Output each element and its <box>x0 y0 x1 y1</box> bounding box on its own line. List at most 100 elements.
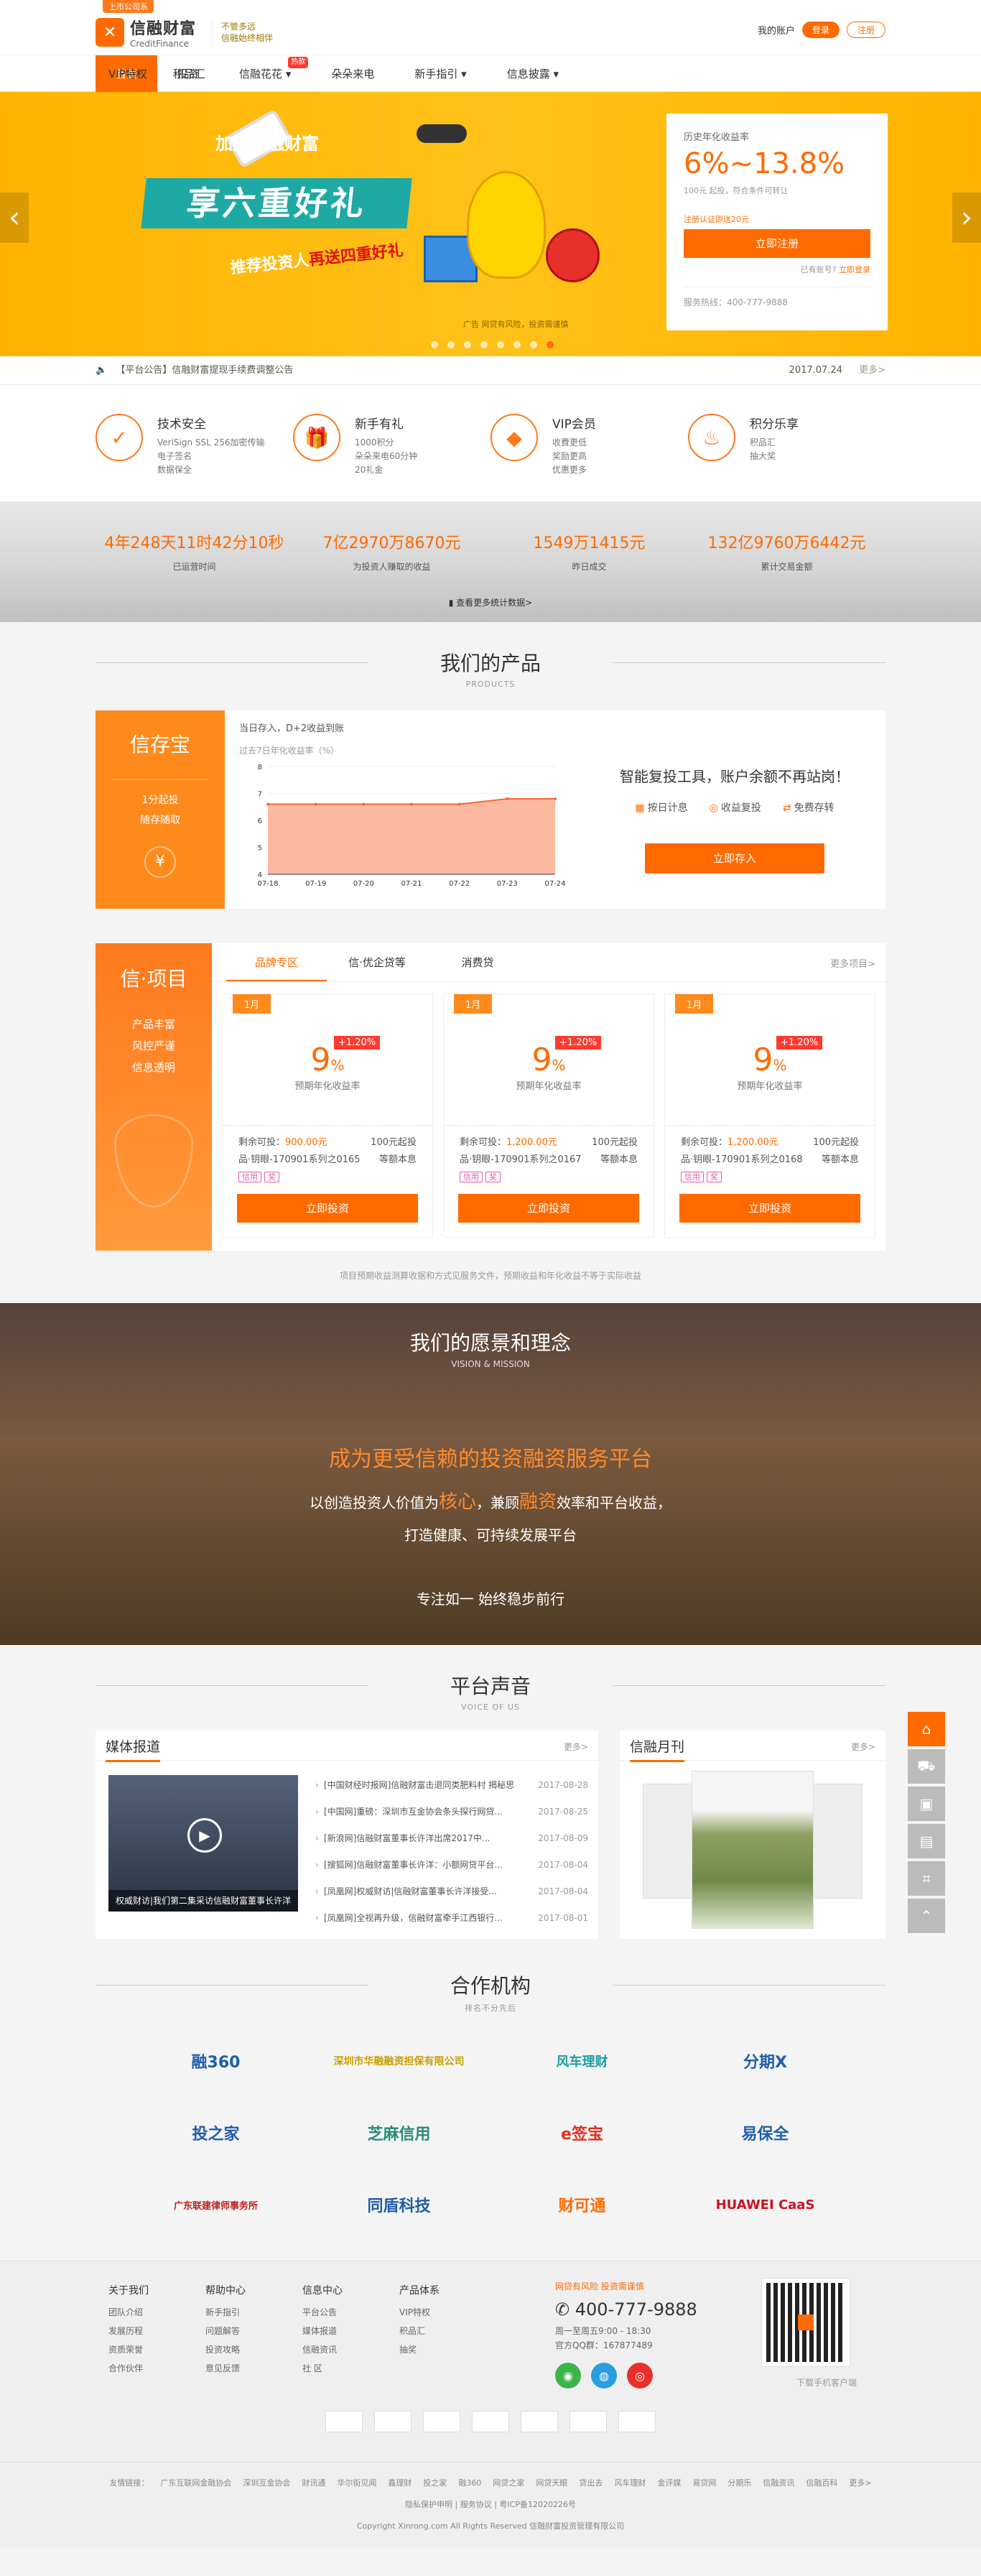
tab-brand-zone[interactable]: 品牌专区 <box>226 943 327 981</box>
friend-link[interactable]: 风车理财 <box>614 2478 646 2488</box>
register-now-button[interactable]: 立即注册 <box>684 229 870 258</box>
footer-link[interactable]: 信融资讯 <box>302 2340 371 2359</box>
more-projects-link[interactable]: 更多项目> <box>830 956 875 970</box>
feature-newbie[interactable]: 🎁 新手有礼 1000积分 朵朵来电60分钟 20礼金 <box>293 385 490 501</box>
footer-link[interactable]: 问题解答 <box>205 2322 274 2340</box>
friend-link[interactable]: 易贷网 <box>692 2478 716 2488</box>
cart-icon[interactable]: ⛟ <box>908 1749 945 1784</box>
banner-prev-arrow[interactable]: ‹ <box>0 193 29 243</box>
news-item[interactable]: [凤凰网]全视再升级，信融财富牵手江西银行...2017-08-01 <box>315 1905 588 1932</box>
login-now-link[interactable]: 立即登录 <box>839 265 870 274</box>
login-button[interactable]: 登录 <box>801 22 840 38</box>
partner-logo[interactable]: HUAWEI CaaS <box>674 2189 857 2220</box>
project-card[interactable]: 1月 9% +1.20% 预期年化收益率 剩余可投：1,200.00元 100元起投… <box>664 993 875 1238</box>
friend-link[interactable]: 网贷天眼 <box>536 2478 567 2488</box>
media-more-link[interactable]: 更多> <box>564 1741 588 1753</box>
partner-logo[interactable]: 风车理财 <box>490 2045 674 2077</box>
footer-link[interactable]: 资质荣誉 <box>108 2340 177 2359</box>
home-icon[interactable]: ⌂ <box>908 1712 945 1746</box>
footer-link[interactable]: 抽奖 <box>399 2340 468 2359</box>
gift-icon[interactable]: ▣ <box>908 1787 945 1821</box>
partner-logo[interactable]: 融360 <box>124 2045 307 2077</box>
partner-logo[interactable]: 深圳市华融融资担保有限公司 <box>307 2045 490 2077</box>
friend-link[interactable]: 分期乐 <box>727 2478 751 2488</box>
footer-link[interactable]: 投资攻略 <box>205 2340 274 2359</box>
friend-link[interactable]: 深圳互金协会 <box>243 2478 290 2488</box>
register-button[interactable]: 注册 <box>846 22 885 38</box>
monthly-more-link[interactable]: 更多> <box>851 1741 875 1753</box>
nav-points-mall[interactable]: 积品汇 <box>160 55 218 93</box>
friend-link[interactable]: 网贷之家 <box>493 2478 524 2488</box>
logo-icon: ✕ <box>96 18 124 47</box>
footer-link[interactable]: 合作伙伴 <box>108 2359 177 2378</box>
partner-logo[interactable]: 同盾科技 <box>307 2189 490 2220</box>
footer-link[interactable]: 媒体报道 <box>302 2322 371 2340</box>
footer-link[interactable]: 积品汇 <box>399 2322 468 2340</box>
partner-logo[interactable]: 芝麻信用 <box>307 2117 490 2149</box>
my-account-link[interactable]: 我的账户 <box>758 23 795 37</box>
friend-link[interactable]: 信融资讯 <box>763 2478 794 2488</box>
scan-icon[interactable]: ⌗ <box>908 1861 945 1896</box>
footer-link[interactable]: 发展历程 <box>108 2322 177 2340</box>
hero-banner[interactable]: ‹ › 加入信融财富 享六重好礼 推荐投资人再送四重好礼 广告 网贷有风险，投资… <box>0 92 981 356</box>
footer-link[interactable]: 团队介绍 <box>108 2303 177 2322</box>
wechat-icon[interactable]: ◉ <box>555 2363 581 2389</box>
more-stats-link[interactable]: ▮ 查看更多统计数据> <box>0 596 981 608</box>
project-card[interactable]: 1月 9% +1.20% 预期年化收益率 剩余可投：900.00元 100元起投 品… <box>222 993 433 1238</box>
logo[interactable]: 上市公司系 ✕ 信融财富 CreditFinance 不管多远 信融始终相伴 <box>96 0 273 49</box>
news-item[interactable]: [新浪网]信融财富董事长许洋出席2017中...2017-08-09 <box>315 1825 588 1852</box>
news-item[interactable]: [中国网]重磅：深圳市互金协会条头探行网贷...2017-08-25 <box>315 1799 588 1825</box>
footer-link[interactable]: 新手指引 <box>205 2303 274 2322</box>
partner-logo[interactable]: e签宝 <box>490 2117 674 2149</box>
feature-security[interactable]: ✓ 技术安全 VeriSign SSL 256加密传输 电子签名 数据保全 <box>96 385 293 501</box>
tab-enterprise-loan[interactable]: 信·优企贷等 <box>327 943 427 981</box>
friend-link[interactable]: 投之家 <box>423 2478 447 2488</box>
notice-more-link[interactable]: 更多> <box>859 356 885 385</box>
carousel-dots[interactable] <box>431 341 554 348</box>
video-thumbnail[interactable]: ▶ 权威财访|我们第二集采访信融财富董事长许洋 <box>108 1775 298 1912</box>
invest-now-button[interactable]: 立即投资 <box>679 1194 860 1223</box>
back-to-top-icon[interactable]: ⌃ <box>908 1899 945 1933</box>
friend-link[interactable]: 贷出去 <box>579 2478 603 2488</box>
friend-link[interactable]: 信融百科 <box>806 2478 837 2488</box>
partner-logo[interactable]: 广东联建律师事务所 <box>124 2189 307 2220</box>
deposit-now-button[interactable]: 立即存入 <box>645 843 824 874</box>
footer-link[interactable]: VIP特权 <box>399 2303 468 2322</box>
friend-link[interactable]: 鑫理财 <box>388 2478 412 2488</box>
invest-now-button[interactable]: 立即投资 <box>237 1194 418 1223</box>
invest-now-button[interactable]: 立即投资 <box>458 1194 639 1223</box>
footer-link[interactable]: 意见反馈 <box>205 2359 274 2378</box>
footer-link[interactable]: 社 区 <box>302 2359 371 2378</box>
partner-logo[interactable]: 财可通 <box>490 2189 674 2220</box>
banner-next-arrow[interactable]: › <box>952 193 981 243</box>
calculator-icon[interactable]: ▤ <box>908 1824 945 1858</box>
partner-logo[interactable]: 分期X <box>674 2045 857 2077</box>
project-card[interactable]: 1月 9% +1.20% 预期年化收益率 剩余可投：1,200.00元 100元起投… <box>443 993 654 1238</box>
friend-link[interactable]: 融360 <box>458 2478 481 2488</box>
footer-link[interactable]: 平台公告 <box>302 2303 371 2322</box>
feature-points[interactable]: ♨ 积分乐享 积品汇 抽大奖 <box>688 385 885 501</box>
friend-link[interactable]: 财讯通 <box>302 2478 325 2488</box>
news-item[interactable]: [搜狐网]信融财富董事长许洋：小额网贷平台...2017-08-04 <box>315 1852 588 1878</box>
nav-vip[interactable]: VIP特权 <box>96 55 160 93</box>
friend-link[interactable]: 广东互联网金融协会 <box>160 2478 231 2488</box>
partner-logo[interactable]: 易保全 <box>674 2117 857 2149</box>
weibo-icon[interactable]: ◎ <box>627 2363 653 2389</box>
friend-link[interactable]: 金评媒 <box>657 2478 681 2488</box>
friend-link[interactable]: 更多> <box>849 2478 871 2488</box>
legal-links[interactable]: 隐私保护申明 | 服务协议 | 粤ICP备12020226号 <box>0 2494 981 2516</box>
friend-link[interactable]: 友情链接： <box>109 2478 149 2488</box>
friend-link[interactable]: 华尔街见闻 <box>337 2478 376 2488</box>
partner-logo[interactable]: 投之家 <box>124 2117 307 2149</box>
news-item[interactable]: [中国财经时报网]信融财富击退同类肥料村 揭秘思2017-08-28 <box>315 1772 588 1799</box>
news-item[interactable]: [凤凰网]权威财访|信融财富董事长许洋接受...2017-08-04 <box>315 1878 588 1905</box>
cunbao-tagline: 智能复投工具，账户余额不再站岗！ <box>620 768 850 785</box>
magazine-cover[interactable] <box>692 1771 814 1929</box>
ad-tag: 广告 网贷有风险，投资需谨慎 <box>463 320 569 329</box>
feature-vip[interactable]: ◆ VIP会员 收費更低 奖励更高 优惠更多 <box>490 385 688 501</box>
tab-consumer-loan[interactable]: 消费贷 <box>427 943 528 981</box>
notice-link[interactable]: 【平台公告】信融财富提现手续费调整公告 <box>116 365 293 376</box>
play-icon[interactable]: ▶ <box>187 1818 222 1853</box>
qq-icon[interactable]: ◍ <box>591 2363 617 2389</box>
promo-bonus: 注册认证即送20元 <box>684 215 749 224</box>
